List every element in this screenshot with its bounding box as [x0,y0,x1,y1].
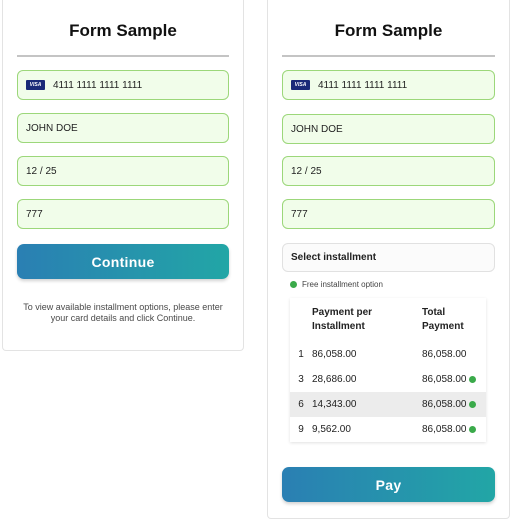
left-form-panel: Form Sample VISA 4111 1111 1111 1111 JOH… [2,0,244,351]
free-installment-legend: Free installment option [290,280,383,289]
visa-card-icon: VISA [26,80,45,90]
free-indicator-dot-icon [290,281,297,288]
form-title: Form Sample [334,21,443,40]
expiry-value: 12 / 25 [291,165,322,177]
installment-amount: 28,686.00 [312,374,357,385]
installment-amount: 86,058.00 [312,349,357,360]
title-divider [17,55,229,57]
card-number-field[interactable]: VISA 4111 1111 1111 1111 [282,70,495,100]
helper-text: To view available installment options, p… [23,302,223,323]
installment-total: 86,058.00 [422,349,467,360]
cvv-field[interactable]: 777 [282,199,495,229]
installment-count: 3 [298,374,304,385]
card-holder-field[interactable]: JOHN DOE [17,113,229,143]
installment-row-6[interactable]: 6 14,343.00 86,058.00 [290,392,486,417]
installment-row-1[interactable]: 1 86,058.00 86,058.00 [290,342,486,367]
pay-button[interactable]: Pay [282,467,495,502]
card-holder-value: JOHN DOE [26,122,78,134]
installment-count: 1 [298,349,304,360]
continue-button[interactable]: Continue [17,244,229,279]
table-header: Payment per Installment Total Payment [290,298,486,342]
card-holder-field[interactable]: JOHN DOE [282,114,495,144]
installment-total: 86,058.00 [422,399,467,410]
form-title: Form Sample [69,21,177,40]
installment-amount: 9,562.00 [312,424,351,435]
installment-count: 6 [298,399,304,410]
installment-row-3[interactable]: 3 28,686.00 86,058.00 [290,367,486,392]
installment-select[interactable]: Select installment [282,243,495,272]
installment-amount: 14,343.00 [312,399,357,410]
installment-count: 9 [298,424,304,435]
visa-card-icon: VISA [291,80,310,90]
installment-table: Payment per Installment Total Payment 1 … [290,298,486,442]
expiry-field[interactable]: 12 / 25 [282,156,495,186]
cvv-value: 777 [26,208,43,220]
cvv-field[interactable]: 777 [17,199,229,229]
title-divider [282,55,495,57]
expiry-value: 12 / 25 [26,165,57,177]
card-number-value: 4111 1111 1111 1111 [318,79,408,91]
installment-total: 86,058.00 [422,374,467,385]
free-indicator-dot-icon [468,401,476,408]
free-indicator-dot-icon [468,376,476,383]
installment-row-9[interactable]: 9 9,562.00 86,058.00 [290,417,486,442]
card-number-field[interactable]: VISA 4111 1111 1111 1111 [17,70,229,100]
header-total: Total Payment [422,307,464,332]
expiry-field[interactable]: 12 / 25 [17,156,229,186]
cvv-value: 777 [291,208,308,220]
right-form-panel: Form Sample VISA 4111 1111 1111 1111 JOH… [267,0,510,519]
card-holder-value: JOHN DOE [291,123,343,135]
installment-total: 86,058.00 [422,424,467,435]
header-per-installment: Payment per Installment [312,307,373,332]
free-installment-label: Free installment option [302,280,383,289]
card-number-value: 4111 1111 1111 1111 [53,79,143,91]
free-indicator-dot-icon [468,426,476,433]
